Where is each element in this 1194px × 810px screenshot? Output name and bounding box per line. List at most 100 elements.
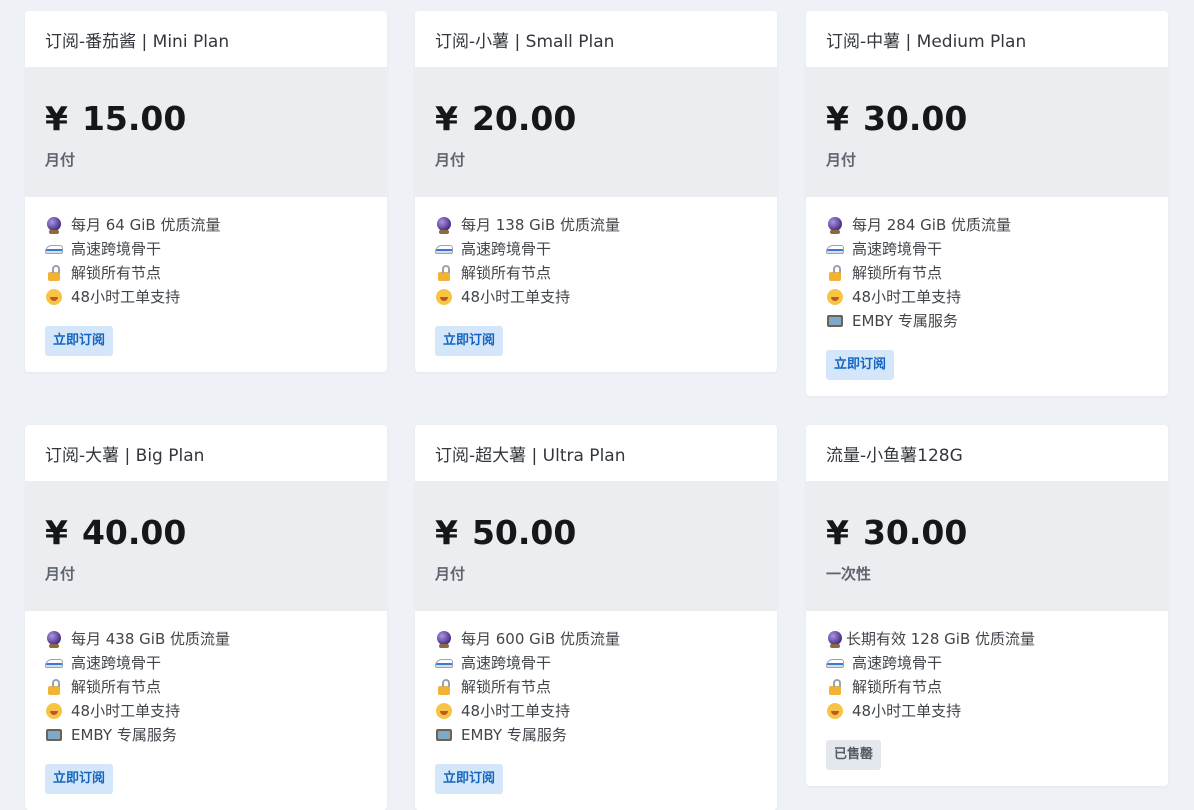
train-icon bbox=[45, 654, 63, 672]
price-amount: 15.00 bbox=[81, 99, 187, 138]
feature-item: 每月 438 GiB 优质流量 bbox=[45, 627, 367, 651]
price-block: ¥ 20.00 月付 bbox=[415, 67, 777, 197]
feature-item: 48小时工单支持 bbox=[826, 285, 1148, 309]
feature-list: 每月 438 GiB 优质流量 高速跨境骨干 解锁所有节点 48小时工单支持 E… bbox=[25, 611, 387, 747]
price-block: ¥ 30.00 一次性 bbox=[806, 481, 1168, 611]
feature-list: 每月 600 GiB 优质流量 高速跨境骨干 解锁所有节点 48小时工单支持 E… bbox=[415, 611, 777, 747]
feature-item: 高速跨境骨干 bbox=[826, 237, 1148, 261]
feature-item: 解锁所有节点 bbox=[435, 675, 757, 699]
price-block: ¥ 30.00 月付 bbox=[806, 67, 1168, 197]
currency-symbol: ¥ bbox=[826, 513, 849, 552]
feature-list: 每月 138 GiB 优质流量 高速跨境骨干 解锁所有节点 48小时工单支持 bbox=[415, 197, 777, 309]
face-icon bbox=[826, 288, 844, 306]
crystal-ball-icon bbox=[45, 216, 63, 234]
unlocked-icon bbox=[435, 264, 453, 282]
plan-card-big: 订阅-大薯 | Big Plan ¥ 40.00 月付 每月 438 GiB 优… bbox=[25, 425, 387, 810]
plan-title: 订阅-中薯 | Medium Plan bbox=[826, 31, 1027, 52]
price-amount: 50.00 bbox=[471, 513, 577, 552]
price-amount: 30.00 bbox=[862, 513, 968, 552]
billing-period: 月付 bbox=[826, 151, 857, 169]
price: ¥ 30.00 bbox=[826, 99, 1148, 139]
plan-card-ultra: 订阅-超大薯 | Ultra Plan ¥ 50.00 月付 每月 600 Gi… bbox=[415, 425, 777, 810]
crystal-ball-icon bbox=[435, 216, 453, 234]
plan-title: 订阅-小薯 | Small Plan bbox=[435, 31, 615, 52]
subscribe-button[interactable]: 立即订阅 bbox=[435, 764, 504, 794]
feature-item: 每月 284 GiB 优质流量 bbox=[826, 213, 1148, 237]
price-amount: 30.00 bbox=[862, 99, 968, 138]
feature-item: 解锁所有节点 bbox=[826, 261, 1148, 285]
feature-item: 解锁所有节点 bbox=[45, 675, 367, 699]
unlocked-icon bbox=[826, 264, 844, 282]
crystal-ball-icon bbox=[45, 630, 63, 648]
billing-period: 月付 bbox=[45, 151, 76, 169]
plan-title: 流量-小鱼薯128G bbox=[826, 445, 963, 466]
plan-title: 订阅-大薯 | Big Plan bbox=[45, 445, 205, 466]
price: ¥ 50.00 bbox=[435, 513, 757, 553]
subscribe-button[interactable]: 立即订阅 bbox=[45, 326, 114, 356]
face-icon bbox=[435, 288, 453, 306]
train-icon bbox=[826, 654, 844, 672]
feature-item: 高速跨境骨干 bbox=[826, 651, 1148, 675]
crystal-ball-icon bbox=[435, 630, 453, 648]
billing-period: 月付 bbox=[45, 565, 76, 583]
unlocked-icon bbox=[826, 678, 844, 696]
currency-symbol: ¥ bbox=[826, 99, 849, 138]
feature-item: 每月 138 GiB 优质流量 bbox=[435, 213, 757, 237]
face-icon bbox=[435, 702, 453, 720]
feature-item: 每月 600 GiB 优质流量 bbox=[435, 627, 757, 651]
feature-item: 解锁所有节点 bbox=[826, 675, 1148, 699]
sold-out-button[interactable]: 已售罄 bbox=[826, 740, 882, 770]
currency-symbol: ¥ bbox=[435, 513, 458, 552]
unlocked-icon bbox=[45, 678, 63, 696]
price-amount: 20.00 bbox=[471, 99, 577, 138]
currency-symbol: ¥ bbox=[435, 99, 458, 138]
train-icon bbox=[45, 240, 63, 258]
feature-item: 48小时工单支持 bbox=[435, 699, 757, 723]
billing-period: 月付 bbox=[435, 151, 466, 169]
feature-item: 48小时工单支持 bbox=[45, 699, 367, 723]
feature-item: 48小时工单支持 bbox=[826, 699, 1148, 723]
plan-title: 订阅-超大薯 | Ultra Plan bbox=[435, 445, 626, 466]
plan-card-traffic-128g: 流量-小鱼薯128G ¥ 30.00 一次性 长期有效 128 GiB 优质流量… bbox=[806, 425, 1168, 786]
train-icon bbox=[435, 654, 453, 672]
subscribe-button[interactable]: 立即订阅 bbox=[45, 764, 114, 794]
price-block: ¥ 50.00 月付 bbox=[415, 481, 777, 611]
price: ¥ 15.00 bbox=[45, 99, 367, 139]
feature-item: 48小时工单支持 bbox=[45, 285, 367, 309]
face-icon bbox=[45, 702, 63, 720]
unlocked-icon bbox=[435, 678, 453, 696]
feature-list: 长期有效 128 GiB 优质流量 高速跨境骨干 解锁所有节点 48小时工单支持 bbox=[806, 611, 1168, 723]
currency-symbol: ¥ bbox=[45, 99, 68, 138]
feature-list: 每月 64 GiB 优质流量 高速跨境骨干 解锁所有节点 48小时工单支持 bbox=[25, 197, 387, 309]
feature-item: 每月 64 GiB 优质流量 bbox=[45, 213, 367, 237]
currency-symbol: ¥ bbox=[45, 513, 68, 552]
face-icon bbox=[45, 288, 63, 306]
plan-card-small: 订阅-小薯 | Small Plan ¥ 20.00 月付 每月 138 GiB… bbox=[415, 11, 777, 372]
plan-title: 订阅-番茄酱 | Mini Plan bbox=[45, 31, 230, 52]
price-amount: 40.00 bbox=[81, 513, 187, 552]
unlocked-icon bbox=[45, 264, 63, 282]
feature-item: 高速跨境骨干 bbox=[45, 237, 367, 261]
plan-card-medium: 订阅-中薯 | Medium Plan ¥ 30.00 月付 每月 284 Gi… bbox=[806, 11, 1168, 396]
tv-icon bbox=[45, 726, 63, 744]
price-block: ¥ 15.00 月付 bbox=[25, 67, 387, 197]
feature-item: 高速跨境骨干 bbox=[435, 237, 757, 261]
tv-icon bbox=[435, 726, 453, 744]
feature-item: 高速跨境骨干 bbox=[435, 651, 757, 675]
train-icon bbox=[435, 240, 453, 258]
crystal-ball-icon bbox=[826, 630, 844, 648]
price: ¥ 20.00 bbox=[435, 99, 757, 139]
subscribe-button[interactable]: 立即订阅 bbox=[826, 350, 895, 380]
crystal-ball-icon bbox=[826, 216, 844, 234]
feature-item: 长期有效 128 GiB 优质流量 bbox=[826, 627, 1148, 651]
price-block: ¥ 40.00 月付 bbox=[25, 481, 387, 611]
feature-item: 高速跨境骨干 bbox=[45, 651, 367, 675]
subscribe-button[interactable]: 立即订阅 bbox=[435, 326, 504, 356]
plan-card-mini: 订阅-番茄酱 | Mini Plan ¥ 15.00 月付 每月 64 GiB … bbox=[25, 11, 387, 372]
billing-period: 一次性 bbox=[826, 565, 872, 583]
feature-item: EMBY 专属服务 bbox=[435, 723, 757, 747]
face-icon bbox=[826, 702, 844, 720]
feature-item: EMBY 专属服务 bbox=[45, 723, 367, 747]
feature-item: EMBY 专属服务 bbox=[826, 309, 1148, 333]
feature-item: 48小时工单支持 bbox=[435, 285, 757, 309]
